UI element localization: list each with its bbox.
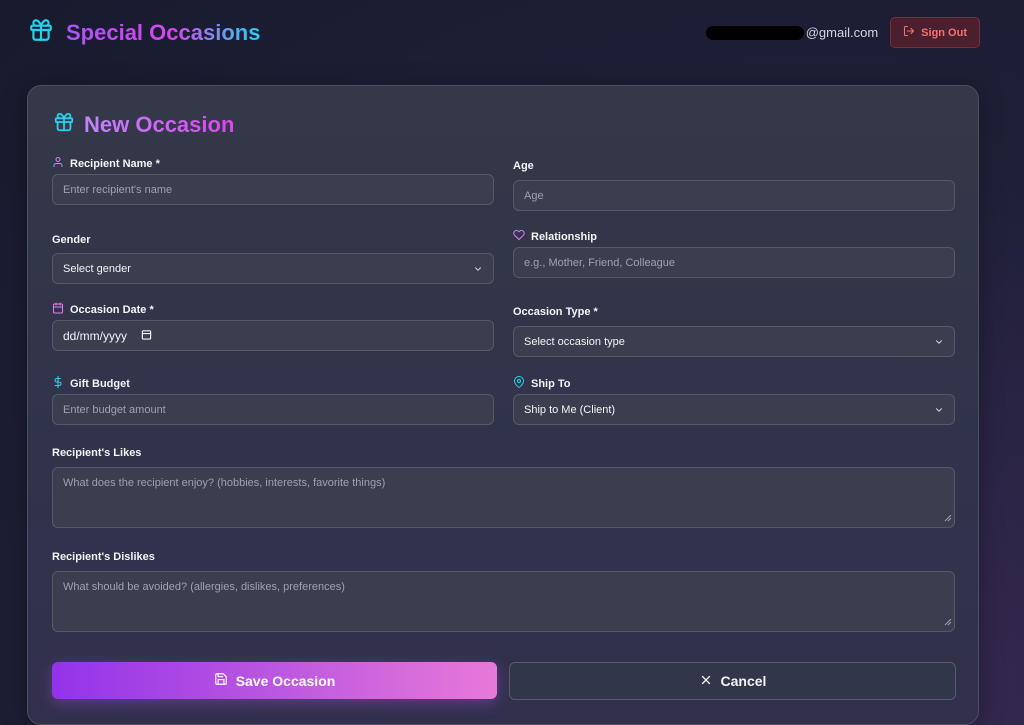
x-icon: [699, 673, 713, 690]
resize-handle-icon[interactable]: [944, 513, 952, 525]
occasion-date-value: dd/mm/yyyy: [63, 328, 128, 343]
dislikes-label: Recipient's Dislikes: [52, 551, 155, 563]
recipient-name-input[interactable]: Enter recipient's name: [52, 174, 494, 205]
ship-to-select[interactable]: Ship to Me (Client): [513, 394, 955, 425]
recipient-name-label: Recipient Name *: [52, 156, 160, 171]
occasion-type-select-value: Select occasion type: [524, 335, 625, 348]
redacted-email-mask: [705, 25, 804, 40]
occasion-type-label: Occasion Type *: [513, 306, 598, 318]
user-icon: [52, 156, 64, 171]
relationship-label-text: Relationship: [531, 230, 598, 243]
gift-budget-input[interactable]: Enter budget amount: [52, 394, 494, 425]
relationship-label: Relationship: [513, 229, 597, 244]
gender-select[interactable]: Select gender: [52, 253, 494, 284]
resize-handle-icon[interactable]: [944, 617, 952, 629]
age-label: Age: [513, 160, 534, 172]
relationship-input[interactable]: e.g., Mother, Friend, Colleague: [513, 247, 955, 278]
age-label-text: Age: [513, 160, 534, 172]
user-email: @gmail.com: [705, 25, 879, 40]
recipient-name-placeholder: Enter recipient's name: [63, 183, 173, 196]
chevron-down-icon: [473, 264, 483, 277]
ship-to-label: Ship To: [513, 376, 571, 391]
heart-icon: [513, 229, 525, 244]
dollar-icon: [52, 375, 64, 391]
cancel-button[interactable]: Cancel: [509, 662, 956, 700]
age-placeholder: Age: [524, 189, 544, 202]
dislikes-label-text: Recipient's Dislikes: [52, 551, 155, 563]
likes-label-text: Recipient's Likes: [52, 447, 142, 459]
occasion-date-label-text: Occasion Date *: [70, 303, 154, 316]
sign-out-button[interactable]: Sign Out: [890, 17, 980, 48]
ship-to-label-text: Ship To: [531, 377, 571, 390]
cancel-label: Cancel: [720, 673, 767, 689]
chevron-down-icon: [934, 337, 944, 350]
save-icon: [214, 672, 228, 689]
gift-icon: [28, 17, 54, 48]
sign-out-label: Sign Out: [921, 26, 967, 39]
gift-budget-label-text: Gift Budget: [70, 377, 130, 390]
app-title: Special Occasions: [66, 19, 261, 45]
brand[interactable]: Special Occasions: [28, 17, 260, 48]
top-bar: Special Occasions @gmail.com Sign Out: [0, 0, 1024, 66]
ship-to-select-value: Ship to Me (Client): [524, 403, 616, 416]
occasion-type-select[interactable]: Select occasion type: [513, 326, 955, 357]
calendar-picker-icon[interactable]: [141, 329, 152, 343]
occasion-date-label: Occasion Date *: [52, 302, 154, 317]
gender-select-value: Select gender: [63, 262, 131, 275]
chevron-down-icon: [934, 405, 944, 418]
card-header: New Occasion: [53, 111, 234, 139]
age-input[interactable]: Age: [513, 180, 955, 211]
user-area: @gmail.com Sign Out: [705, 17, 980, 48]
dislikes-textarea[interactable]: What should be avoided? (allergies, disl…: [52, 571, 955, 632]
email-suffix: @gmail.com: [805, 25, 879, 40]
calendar-icon: [52, 302, 64, 317]
likes-placeholder: What does the recipient enjoy? (hobbies,…: [63, 477, 386, 489]
occasion-date-input[interactable]: dd/mm/yyyy: [52, 320, 494, 351]
card-title: New Occasion: [84, 112, 235, 137]
map-pin-icon: [513, 376, 525, 391]
occasion-type-label-text: Occasion Type *: [513, 306, 598, 318]
dislikes-placeholder: What should be avoided? (allergies, disl…: [63, 581, 345, 593]
save-occasion-label: Save Occasion: [235, 672, 336, 689]
gift-icon: [53, 111, 75, 139]
gender-label-text: Gender: [52, 234, 91, 246]
save-occasion-button[interactable]: Save Occasion: [52, 662, 497, 699]
log-out-icon: [903, 25, 915, 40]
gift-budget-label: Gift Budget: [52, 375, 130, 391]
recipient-name-label-text: Recipient Name *: [70, 157, 160, 170]
new-occasion-card: New Occasion Recipient Name * Enter reci…: [27, 85, 979, 725]
gift-budget-placeholder: Enter budget amount: [63, 403, 166, 416]
relationship-placeholder: e.g., Mother, Friend, Colleague: [524, 256, 676, 269]
gender-label: Gender: [52, 234, 91, 246]
likes-label: Recipient's Likes: [52, 447, 141, 459]
likes-textarea[interactable]: What does the recipient enjoy? (hobbies,…: [52, 467, 955, 528]
